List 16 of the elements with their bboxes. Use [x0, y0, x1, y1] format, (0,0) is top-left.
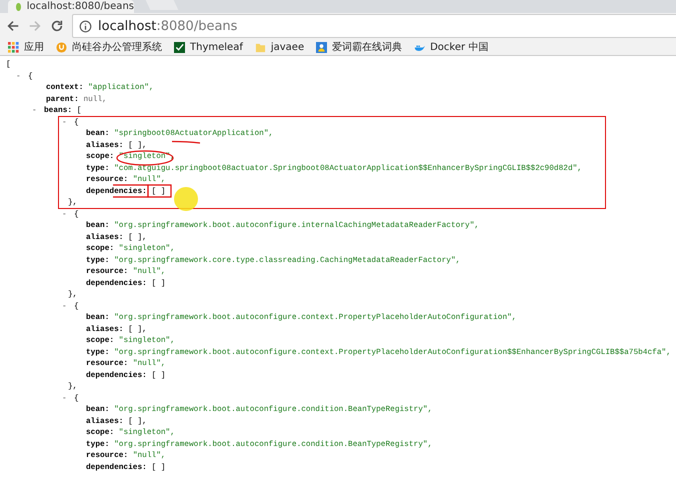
back-icon[interactable] — [6, 19, 20, 33]
bookmark-item[interactable]: 尚硅谷办公管理系统 — [56, 40, 162, 54]
person-icon — [316, 42, 328, 52]
bookmark-item[interactable]: 应用 — [8, 40, 44, 54]
bookmark-item[interactable]: javaee — [254, 42, 304, 52]
address-bar[interactable]: localhost:8080/beans — [72, 14, 676, 38]
reload-icon[interactable] — [50, 19, 64, 33]
info-icon[interactable] — [79, 20, 92, 32]
horseshoe-icon — [56, 42, 67, 52]
checkmark-icon — [174, 42, 185, 52]
bookmark-item[interactable]: Thymeleaf — [174, 42, 243, 52]
folder-icon — [254, 42, 266, 52]
apps-grid-icon — [8, 42, 19, 52]
bookmark-item[interactable]: 爱词霸在线词典 — [316, 40, 402, 54]
browser-tab[interactable]: localhost:8080/beans — [8, 0, 134, 13]
bookmark-item[interactable]: Docker 中国 — [414, 40, 488, 54]
